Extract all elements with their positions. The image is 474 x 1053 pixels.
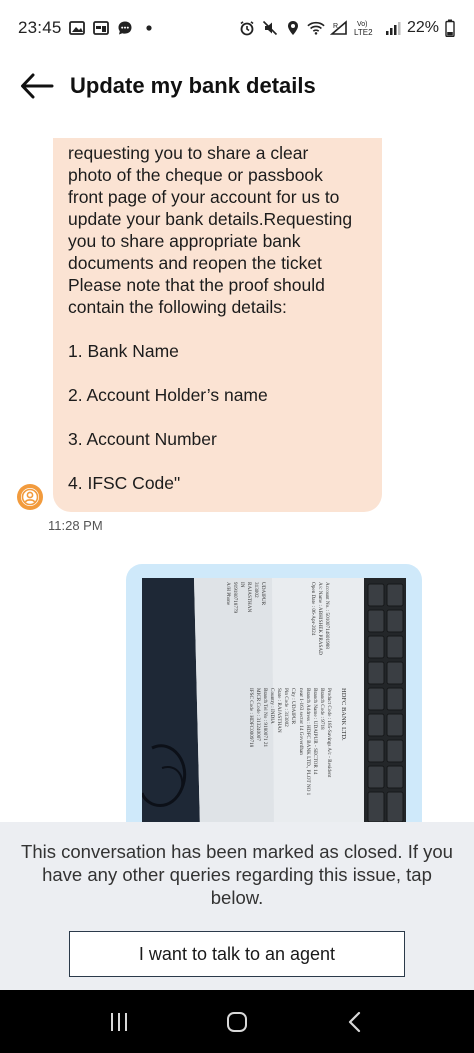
closed-conversation-panel: This conversation has been marked as clo… (0, 822, 474, 990)
message-timestamp: 11:28 PM (48, 518, 103, 533)
photo-line: UDAIPUR (260, 582, 266, 606)
signal-icon: R (329, 19, 348, 37)
agent-message-line: requesting you to share a clear (68, 143, 309, 163)
photo-line: IN (239, 582, 245, 588)
photo-line: A/c Name : ABHISHEK PRASAD (317, 582, 323, 655)
agent-message-line: front page of your account for us to (68, 187, 340, 207)
photo-line: Branch Address : HDFC BANK LTD., PLOT NO… (305, 688, 311, 796)
photo-line: Product Code : 185-Savings A/c - Residen… (326, 688, 332, 778)
user-image-bubble[interactable]: HDFC BANK LTD. Product Code : 185-Saving… (126, 564, 422, 822)
agent-avatar (17, 484, 43, 510)
back-nav-button[interactable] (335, 1002, 375, 1042)
page-title: Update my bank details (70, 73, 316, 98)
photo-line: MICR Code : 313240007 (255, 688, 261, 741)
closed-conversation-text: This conversation has been marked as clo… (21, 841, 453, 908)
passbook-photo[interactable]: HDFC BANK LTD. Product Code : 185-Saving… (142, 578, 406, 822)
photo-line: Country : INDIA (269, 688, 275, 724)
photo-line: Account No. : 50100714801988 (324, 582, 330, 649)
agent-message-line: update your bank details.Requesting (68, 209, 353, 229)
agent-message-bubble: requesting you to share a clear photo of… (53, 138, 382, 512)
agent-message-line: Please note that the proof should (68, 275, 325, 295)
status-right: R Vo) LTE2 22% (238, 19, 456, 37)
agent-message-line: contain the following details: (68, 297, 287, 317)
back-button[interactable] (18, 67, 56, 105)
photo-line: City : UDAIPUR (290, 688, 296, 725)
chat-icon (116, 19, 134, 37)
chat-area[interactable]: requesting you to share a clear photo of… (0, 114, 474, 822)
agent-list-item: 3. Account Number (68, 429, 217, 449)
alarm-icon (238, 19, 256, 37)
photo-line: 313002 (253, 582, 259, 598)
agent-message-line: photo of the cheque or passbook (68, 165, 323, 185)
agent-message-line: you to share appropriate bank (68, 231, 301, 251)
agent-list-item: 4. IFSC Code" (68, 473, 181, 493)
svg-text:Vo): Vo) (357, 21, 368, 28)
talk-to-agent-button[interactable]: I want to talk to an agent (69, 931, 405, 977)
home-icon (227, 1011, 247, 1032)
arrow-left-icon (21, 73, 54, 99)
signal-bars-icon (384, 19, 402, 37)
photo-bank-name: HDFC BANK LTD. (340, 688, 347, 741)
system-nav-bar (0, 990, 474, 1053)
recents-icon (111, 1012, 127, 1031)
back-chevron-icon (348, 1011, 361, 1032)
photo-line: 919180718779 (232, 582, 238, 614)
image-icon (68, 19, 86, 37)
app-header: Update my bank details (0, 58, 474, 114)
location-icon (284, 19, 302, 37)
photo-line: Branch Name : UDAIPUR - SECTOR 14 (312, 688, 318, 775)
status-left: 23:45 (18, 18, 158, 38)
photo-line: Branch Tel No : 9180071 21 (262, 688, 268, 747)
status-bar: 23:45 R Vo) LTE2 22% (0, 0, 474, 56)
volte-icon: Vo) LTE2 (353, 19, 379, 37)
photo-line: near 1-163 sector 14 Goverdhan (298, 688, 304, 755)
network-label: LTE2 (354, 28, 373, 37)
photo-line: Branch Code : 9718 (319, 688, 325, 730)
photo-line: A/H Phone (225, 582, 231, 606)
calendar-icon (92, 19, 110, 37)
photo-line: IFSC Code : HDFC0009718 (248, 688, 254, 748)
home-button[interactable] (217, 1002, 257, 1042)
photo-line: Open Date : 06-Apr-2024 (310, 582, 316, 636)
mute-icon (261, 19, 279, 37)
photo-line: Pin Code : 313002 (283, 688, 289, 727)
photo-line: RAJASTHAN (246, 582, 252, 613)
photo-line: State : RAJASTHAN (276, 688, 282, 733)
photo-icon: HDFC BANK LTD. Product Code : 185-Saving… (142, 578, 406, 822)
battery-percentage: 22% (406, 19, 439, 36)
recents-button[interactable] (99, 1002, 139, 1042)
wifi-icon (307, 19, 325, 37)
agent-message-line: documents and reopen the ticket (68, 253, 322, 273)
dot-icon (140, 19, 158, 37)
battery-icon (444, 19, 456, 37)
user-avatar-icon (21, 488, 39, 506)
agent-list-item: 1. Bank Name (68, 341, 179, 361)
svg-text:R: R (333, 23, 338, 30)
agent-list-item: 2. Account Holder’s name (68, 385, 268, 405)
status-time: 23:45 (18, 18, 62, 37)
